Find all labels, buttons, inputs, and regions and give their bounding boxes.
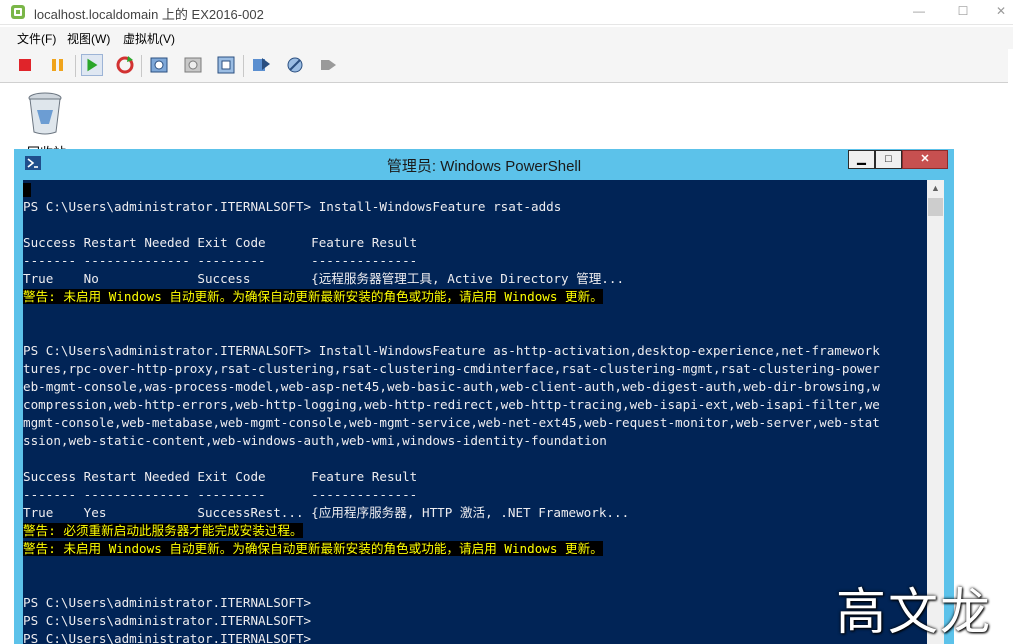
console-line: Success Restart Needed Exit Code Feature… bbox=[23, 235, 418, 250]
ps-minimize-button[interactable]: ▁ bbox=[848, 150, 875, 169]
console-line: PS C:\Users\administrator.ITERNALSOFT> bbox=[23, 631, 312, 644]
snapshot-icon[interactable] bbox=[148, 54, 170, 76]
console-line: ------- -------------- --------- -------… bbox=[23, 487, 418, 502]
minimize-icon[interactable]: — bbox=[908, 2, 930, 20]
console-line: mgmt-console,web-metabase,web-mgmt-conso… bbox=[23, 415, 880, 430]
settings-icon[interactable] bbox=[250, 54, 272, 76]
connect-icon[interactable] bbox=[317, 54, 339, 76]
powershell-title: 管理员: Windows PowerShell bbox=[386, 158, 582, 175]
snapshot-manager-icon[interactable] bbox=[215, 54, 237, 76]
console-warning-line: 警告: 未启用 Windows 自动更新。为确保自动更新最新安装的角色或功能，请… bbox=[23, 289, 603, 304]
ps-maximize-button[interactable]: □ bbox=[875, 150, 902, 169]
console-line: PS C:\Users\administrator.ITERNALSOFT> I… bbox=[23, 343, 880, 358]
vm-window-title: localhost.localdomain 上的 EX2016-002 bbox=[34, 7, 264, 22]
console-warning-line: 警告: 未启用 Windows 自动更新。为确保自动更新最新安装的角色或功能，请… bbox=[23, 541, 603, 556]
console-line: ssion,web-static-content,web-windows-aut… bbox=[23, 433, 607, 448]
menu-file[interactable]: 文件(F) bbox=[17, 30, 56, 47]
powershell-titlebar: 管理员: Windows PowerShell ▁ □ ✕ bbox=[14, 149, 954, 180]
ps-close-button[interactable]: ✕ bbox=[902, 150, 948, 169]
console-line: Success Restart Needed Exit Code Feature… bbox=[23, 469, 418, 484]
console-line bbox=[23, 180, 927, 198]
console-line: ------- -------------- --------- -------… bbox=[23, 253, 418, 268]
console-line: PS C:\Users\administrator.ITERNALSOFT> bbox=[23, 613, 312, 628]
console-line: PS C:\Users\administrator.ITERNALSOFT> I… bbox=[23, 199, 562, 214]
console-warning-line: 警告: 必须重新启动此服务器才能完成安装过程。 bbox=[23, 523, 303, 538]
console-line: True Yes SuccessRest... {应用程序服务器, HTTP 激… bbox=[23, 505, 630, 520]
console-line: tures,rpc-over-http-proxy,rsat-clusterin… bbox=[23, 361, 880, 376]
maximize-icon[interactable]: ☐ bbox=[952, 2, 974, 20]
vm-app-icon bbox=[11, 5, 25, 19]
recycle-bin-icon[interactable] bbox=[25, 90, 65, 136]
menu-vm[interactable]: 虚拟机(V) bbox=[123, 30, 175, 47]
scroll-up-icon[interactable]: ▲ bbox=[927, 180, 944, 197]
pause-icon[interactable] bbox=[47, 54, 69, 76]
console-line: True No Success {远程服务器管理工具, Active Direc… bbox=[23, 271, 625, 286]
console-line: PS C:\Users\administrator.ITERNALSOFT> bbox=[23, 595, 312, 610]
close-icon[interactable]: ✕ bbox=[990, 2, 1012, 20]
powershell-window: 管理员: Windows PowerShell ▁ □ ✕ PS C:\User… bbox=[14, 149, 954, 644]
console-line: compression,web-http-errors,web-http-log… bbox=[23, 397, 880, 412]
tools-icon[interactable] bbox=[284, 54, 306, 76]
scroll-thumb[interactable] bbox=[928, 198, 943, 216]
vm-menubar: 文件(F) 视图(W) 虚拟机(V) bbox=[0, 27, 1013, 49]
menu-view[interactable]: 视图(W) bbox=[67, 30, 110, 47]
play-icon[interactable] bbox=[81, 54, 103, 76]
text-cursor bbox=[23, 182, 31, 197]
stop-icon[interactable] bbox=[14, 54, 36, 76]
console-output: PS C:\Users\administrator.ITERNALSOFT> I… bbox=[23, 180, 927, 644]
reset-icon[interactable] bbox=[114, 54, 136, 76]
vm-toolbar bbox=[0, 49, 1008, 83]
console-line: eb-mgmt-console,was-process-model,web-as… bbox=[23, 379, 880, 394]
watermark-text: 高文龙 bbox=[836, 583, 992, 641]
powershell-console[interactable]: PS C:\Users\administrator.ITERNALSOFT> I… bbox=[23, 180, 927, 644]
revert-snapshot-icon[interactable] bbox=[182, 54, 204, 76]
vm-titlebar: localhost.localdomain 上的 EX2016-002 — ☐ … bbox=[0, 0, 1013, 25]
